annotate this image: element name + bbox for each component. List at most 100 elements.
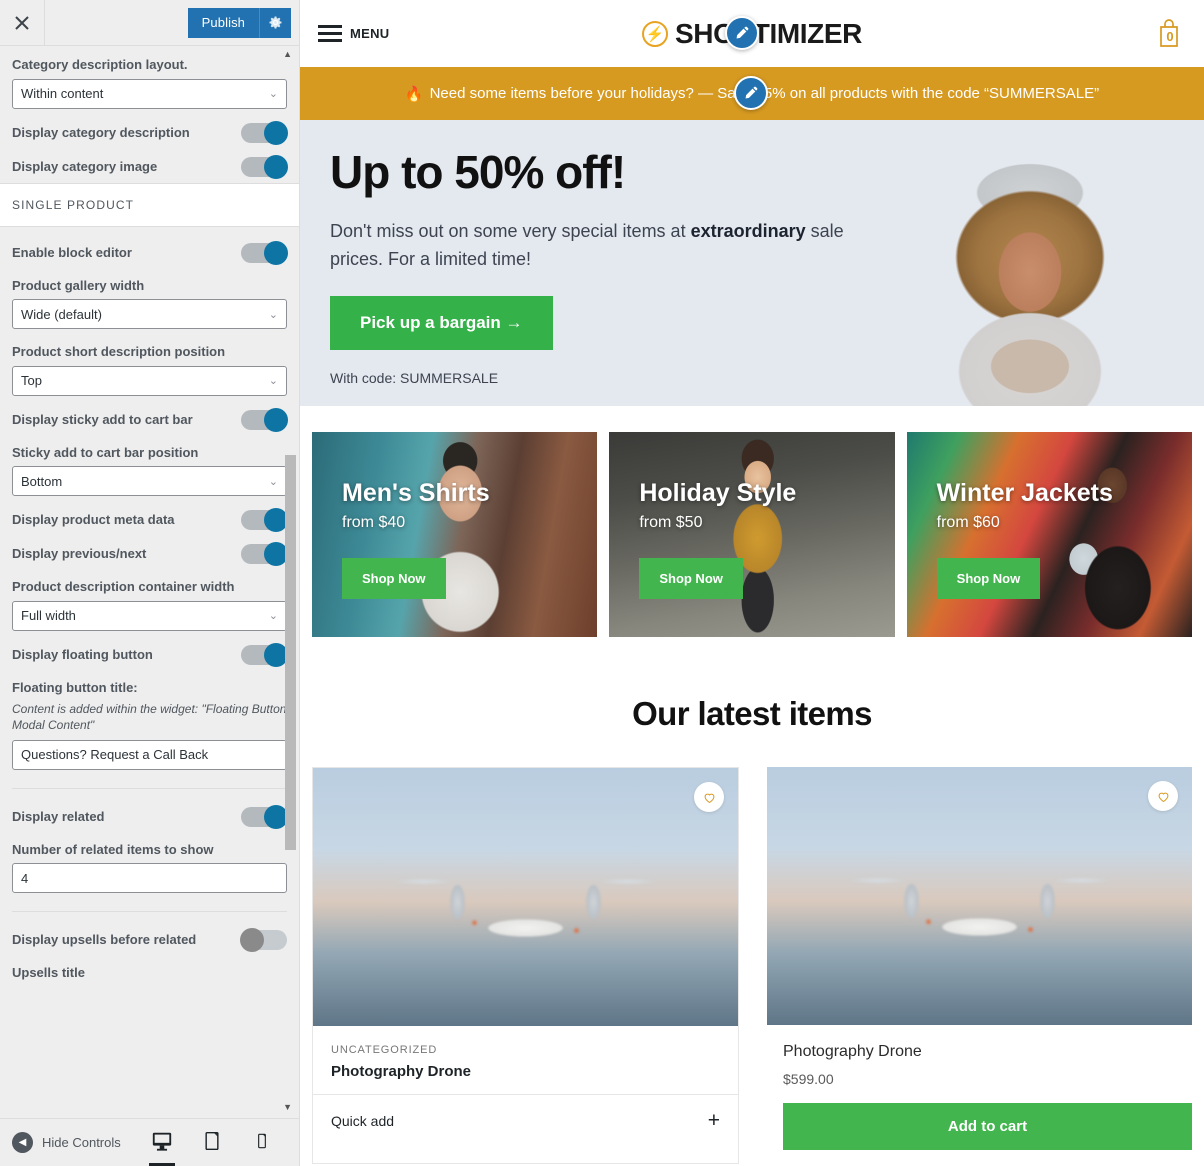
pencil-icon	[736, 26, 749, 39]
display-category-description-toggle[interactable]	[241, 120, 288, 145]
control-label: Display previous/next	[12, 546, 147, 562]
control-display-upsells-before-related: Display upsells before related	[0, 928, 299, 953]
display-sticky-cart-bar-toggle[interactable]	[241, 407, 288, 432]
category-card-holiday-style[interactable]: Holiday Style from $50 Shop Now	[609, 432, 895, 637]
toggle-knob	[264, 240, 288, 265]
product-price: $599.00	[783, 1071, 834, 1087]
wishlist-button[interactable]	[1148, 781, 1178, 811]
device-desktop-button[interactable]	[147, 1126, 177, 1166]
quick-add-label: Quick add	[331, 1112, 395, 1129]
toggle-knob	[264, 154, 288, 179]
hero-cta-button[interactable]: Pick up a bargain →	[330, 296, 553, 351]
toggle-knob	[264, 120, 288, 145]
category-cards: Men's Shirts from $40 Shop Now Holiday S…	[300, 406, 1204, 637]
chevron-down-icon: ⌄	[268, 375, 278, 388]
logo-text: SHOPTIMIZER	[675, 17, 862, 49]
quick-add-row[interactable]: Quick add +	[313, 1094, 738, 1146]
chevron-down-icon: ⌄	[268, 88, 278, 101]
category-title: Men's Shirts	[342, 479, 490, 507]
edit-logo-shortcut[interactable]	[725, 16, 759, 50]
sidebar-scrollbar-thumb[interactable]	[285, 455, 296, 850]
control-label: Sticky add to cart bar position	[12, 444, 199, 460]
category-title: Winter Jackets	[936, 479, 1113, 507]
product-grid: UNCATEGORIZED Photography Drone Quick ad…	[300, 767, 1204, 1164]
product-card[interactable]: Photography Drone $599.00 Add to cart	[767, 767, 1192, 1164]
display-previous-next-toggle[interactable]	[241, 542, 288, 567]
select-value: Bottom	[21, 473, 63, 489]
customizer-panel-scroll[interactable]: ▲ Category description layout. Within co…	[0, 46, 299, 1118]
scroll-down-indicator[interactable]: ▼	[283, 1103, 292, 1112]
product-info: Photography Drone $599.00 Add to cart	[767, 1025, 1192, 1164]
category-shop-now-button[interactable]: Shop Now	[342, 558, 446, 599]
control-product-gallery-width: Product gallery width Wide (default) ⌄	[0, 277, 299, 330]
device-tablet-button[interactable]	[197, 1126, 227, 1160]
display-related-toggle[interactable]	[241, 804, 288, 829]
description-container-width-select[interactable]: Full width ⌄	[12, 600, 287, 631]
publish-button[interactable]: Publish	[187, 7, 259, 38]
control-category-description-layout: Category description layout. Within cont…	[0, 56, 299, 109]
select-value: Wide (default)	[21, 306, 102, 322]
edit-promo-shortcut[interactable]	[734, 76, 768, 110]
category-card-text: Winter Jackets from $60	[937, 479, 1113, 532]
collapse-icon: ◀	[12, 1132, 33, 1153]
category-photo-art	[312, 432, 598, 637]
category-description-layout-select[interactable]: Within content ⌄	[12, 78, 287, 109]
close-customizer-button[interactable]	[0, 0, 45, 45]
product-name[interactable]: Photography Drone	[331, 1063, 720, 1080]
control-display-sticky-cart-bar: Display sticky add to cart bar	[0, 407, 299, 432]
publish-group: Publish	[187, 0, 299, 45]
hero-body-pre: Don't miss out on some very special item…	[330, 221, 691, 242]
control-label: Number of related items to show	[12, 841, 214, 857]
hide-controls-label: Hide Controls	[42, 1135, 121, 1150]
sticky-cart-bar-position-select[interactable]: Bottom ⌄	[12, 466, 287, 497]
display-product-meta-toggle[interactable]	[241, 508, 288, 533]
chevron-down-icon: ⌄	[268, 610, 278, 623]
control-display-product-meta: Display product meta data	[0, 508, 299, 533]
mobile-icon	[258, 1133, 266, 1148]
control-divider	[12, 787, 287, 789]
customizer-footer: ◀ Hide Controls	[0, 1118, 299, 1166]
hide-controls-button[interactable]: ◀ Hide Controls	[12, 1132, 121, 1153]
hero-image	[904, 158, 1156, 406]
select-value: Top	[21, 373, 42, 389]
category-shop-now-button[interactable]: Shop Now	[639, 558, 743, 599]
control-short-description-position: Product short description position Top ⌄	[0, 343, 299, 396]
select-value: Within content	[21, 86, 104, 102]
device-mobile-button[interactable]	[247, 1126, 277, 1160]
display-upsells-before-related-toggle[interactable]	[240, 928, 287, 953]
wishlist-button[interactable]	[694, 782, 724, 812]
hero-code-note: With code: SUMMERSALE	[330, 370, 499, 387]
customizer-header: Publish	[0, 0, 299, 46]
control-display-floating-button: Display floating button	[0, 642, 299, 667]
flame-icon: 🔥	[404, 85, 424, 103]
site-preview: MENU ⚡ SHOPTIMIZER 0 🔥 Need some items b…	[300, 0, 1204, 1166]
category-card-image	[906, 432, 1192, 637]
control-label: Category description layout.	[12, 57, 188, 72]
product-card[interactable]: UNCATEGORIZED Photography Drone Quick ad…	[312, 767, 739, 1164]
number-of-related-items-input[interactable]	[12, 863, 287, 894]
control-label: Product gallery width	[12, 277, 145, 293]
section-title-single-product: SINGLE PRODUCT	[0, 182, 299, 227]
publish-settings-button[interactable]	[259, 7, 291, 38]
product-name[interactable]: Photography Drone	[783, 1043, 1192, 1061]
plus-icon: +	[707, 1109, 720, 1132]
display-floating-button-toggle[interactable]	[241, 642, 288, 667]
enable-block-editor-toggle[interactable]	[241, 240, 288, 265]
short-description-position-select[interactable]: Top ⌄	[12, 365, 287, 396]
hero-title: Up to 50% off!	[330, 146, 626, 198]
category-shop-now-button[interactable]: Shop Now	[936, 558, 1041, 599]
menu-label: MENU	[350, 26, 390, 41]
add-to-cart-button[interactable]: Add to cart	[783, 1103, 1192, 1150]
control-label: Display category description	[12, 124, 190, 140]
close-icon	[15, 15, 29, 30]
menu-toggle-button[interactable]: MENU	[318, 25, 389, 42]
product-gallery-width-select[interactable]: Wide (default) ⌄	[12, 299, 287, 330]
floating-button-title-input[interactable]	[12, 739, 287, 770]
category-card-winter-jackets[interactable]: Winter Jackets from $60 Shop Now	[906, 432, 1192, 637]
cart-button[interactable]: 0	[1154, 16, 1186, 52]
display-category-image-toggle[interactable]	[241, 154, 288, 179]
category-photo-art	[609, 432, 895, 637]
category-card-mens-shirts[interactable]: Men's Shirts from $40 Shop Now	[312, 432, 598, 637]
control-enable-block-editor: Enable block editor	[0, 240, 299, 265]
chevron-down-icon: ⌄	[268, 475, 278, 488]
